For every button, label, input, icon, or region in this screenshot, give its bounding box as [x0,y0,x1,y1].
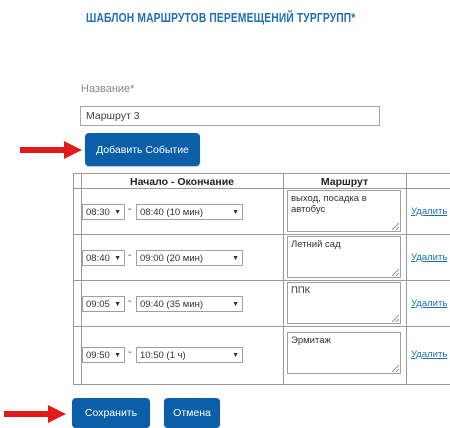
resize-grip-icon[interactable] [392,269,399,276]
column-header-time: Начало - Окончание [130,176,234,188]
route-textarea[interactable]: Эрмитаж [287,332,401,374]
start-time-select[interactable]: 09:50 ▼ [82,347,125,363]
dropdown-arrow-icon: ▼ [232,255,239,262]
dropdown-arrow-icon: ▼ [232,209,239,216]
dropdown-arrow-icon: ▼ [232,301,239,308]
end-time-select[interactable]: 09:40 (35 мин) ▼ [136,296,243,312]
start-time-select[interactable]: 08:40 ▼ [82,250,125,266]
resize-grip-icon[interactable] [392,223,399,230]
dropdown-arrow-icon: ▼ [114,301,121,308]
dropdown-arrow-icon: ▼ [114,352,121,359]
add-event-button[interactable]: Добавить Событие [85,133,200,166]
route-textarea[interactable]: Летний сад [287,236,401,278]
end-time-select[interactable]: 09:00 (20 мин) ▼ [136,250,243,266]
resize-grip-icon[interactable] [392,365,399,372]
delete-event-link[interactable]: Удалить [411,298,447,309]
start-time-select[interactable]: 08:30 ▼ [82,204,125,220]
red-arrow-icon [4,405,66,423]
end-time-select[interactable]: 10:50 (1 ч) ▼ [136,347,243,363]
red-arrow-icon [20,141,82,159]
resize-grip-icon[interactable] [392,315,399,322]
name-field[interactable]: Маршрут 3 [80,106,380,126]
dropdown-arrow-icon: ▼ [114,209,121,216]
route-textarea[interactable]: ППК [287,282,401,324]
time-separator: - [128,250,132,261]
dropdown-arrow-icon: ▼ [232,352,239,359]
dropdown-arrow-icon: ▼ [114,255,121,262]
delete-event-link[interactable]: Удалить [411,349,447,360]
name-label: Название* [81,83,135,95]
time-separator: - [128,347,132,358]
cancel-button[interactable]: Отмена [164,398,220,428]
delete-event-link[interactable]: Удалить [411,252,447,263]
time-separator: - [128,296,132,307]
events-table: Начало - Окончание Маршрут 08:30 ▼ - 08:4… [73,173,450,385]
end-time-select[interactable]: 08:40 (10 мин) ▼ [136,204,243,220]
column-header-route: Маршрут [320,176,369,188]
time-separator: - [128,204,132,215]
route-textarea[interactable]: выход, посадка в автобус [287,190,401,232]
start-time-select[interactable]: 09:05 ▼ [82,296,125,312]
save-button[interactable]: Сохранить [72,398,150,428]
page-title: ШАБЛОН МАРШРУТОВ ПЕРЕМЕЩЕНИЙ ТУРГРУПП* [86,11,356,25]
delete-event-link[interactable]: Удалить [411,206,447,217]
